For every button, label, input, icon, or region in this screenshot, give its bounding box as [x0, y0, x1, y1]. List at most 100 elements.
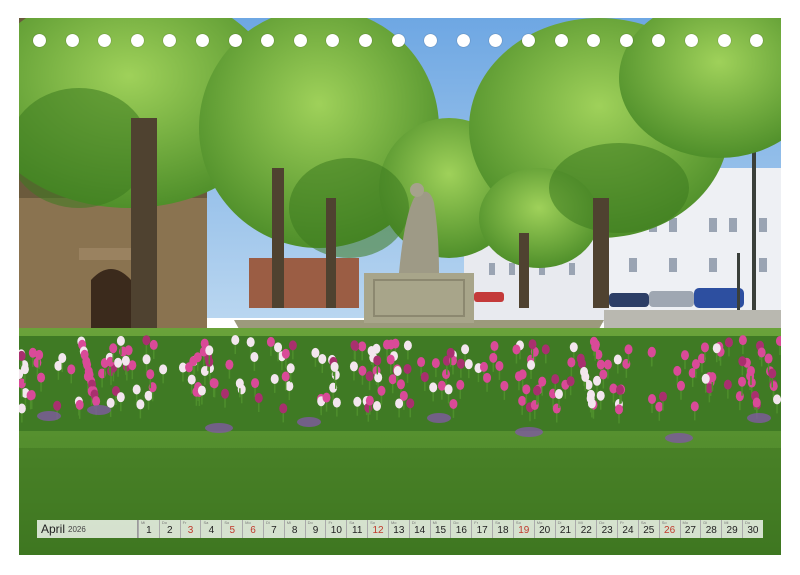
calendar-day: Mi 29 [721, 520, 742, 538]
calendar-day-number: 15 [434, 524, 447, 536]
calendar-day-number: 5 [229, 524, 235, 536]
calendar-header: April 2026 [37, 520, 138, 538]
calendar-day: Mi 1 [138, 520, 159, 538]
calendar-weekday: Mo [682, 520, 689, 525]
calendar-day-number: 7 [271, 524, 277, 536]
calendar-weekday: Di [411, 520, 416, 525]
calendar-weekday: Mo [245, 520, 251, 525]
binding-hole [163, 34, 177, 47]
binding-hole [652, 34, 666, 47]
calendar-day: Di 14 [408, 520, 430, 538]
spiral-binding-holes [19, 34, 781, 50]
calendar-day: Mo 20 [533, 520, 555, 538]
calendar-day: Do 16 [450, 520, 471, 538]
calendar-weekday: Mi [432, 520, 437, 525]
calendar-day: Do 9 [304, 520, 326, 538]
calendar-day-number: 23 [601, 524, 613, 536]
calendar-weekday: Di [703, 520, 708, 525]
calendar-day-number: 17 [476, 524, 488, 536]
calendar-day: So 12 [367, 520, 388, 538]
calendar-day-number: 12 [372, 524, 384, 536]
calendar-weekday: Do [745, 520, 751, 525]
calendar-day-number: 27 [684, 524, 696, 536]
calendar-day: Mo 6 [242, 520, 263, 538]
calendar-weekday: Mi [578, 520, 583, 525]
calendar-day-number: 11 [352, 524, 363, 536]
calendar-day-number: 24 [622, 524, 634, 536]
calendar-weekday: Di [265, 520, 270, 525]
calendar-day: Mi 22 [575, 520, 596, 538]
calendar-weekday: Sa [349, 520, 355, 525]
calendar-day: Fr 3 [179, 520, 201, 538]
calendar-year: 2026 [68, 524, 86, 534]
calendar-day-number: 28 [705, 524, 717, 536]
calendar-weekday: So [661, 520, 667, 525]
binding-hole [554, 34, 568, 47]
binding-hole [489, 34, 503, 47]
calendar-day-number: 26 [664, 524, 676, 536]
calendar-weekday: Do [453, 520, 459, 525]
calendar-day: So 26 [658, 520, 680, 538]
binding-hole [750, 34, 764, 47]
calendar-photo [19, 18, 781, 555]
calendar-weekday: Mi [286, 520, 292, 525]
calendar-day: Sa 18 [492, 520, 513, 538]
calendar-day: Mo 27 [679, 520, 701, 538]
calendar-day: Di 28 [700, 520, 721, 538]
binding-hole [65, 34, 79, 47]
calendar-weekday: Mi [141, 520, 146, 525]
calendar-day: Mo 13 [387, 520, 409, 538]
calendar-day-number: 16 [455, 524, 467, 536]
binding-hole [326, 34, 340, 47]
calendar-day: Do 23 [596, 520, 617, 538]
calendar-day-number: 29 [726, 524, 738, 536]
calendar-strip: April 2026 Mi 1 Do 2 Fr 3 Sa 4 So 5 Mo 6 Di 7 Mi 8 Do 9 Fr… [37, 520, 763, 538]
calendar-weekday: Mi [724, 520, 729, 525]
park-scene-image [19, 18, 781, 555]
binding-hole [33, 34, 46, 47]
calendar-weekday: Fr [328, 520, 333, 525]
calendar-day: So 5 [221, 520, 242, 538]
calendar-day-number: 4 [208, 524, 215, 536]
binding-hole [130, 34, 144, 47]
calendar-day: Fr 24 [617, 520, 638, 538]
binding-hole [228, 34, 242, 47]
calendar-day-number: 1 [146, 524, 152, 536]
binding-hole [391, 34, 405, 47]
calendar-weekday: Sa [640, 520, 646, 525]
binding-hole [717, 34, 731, 47]
calendar-day-number: 14 [414, 524, 426, 536]
binding-hole [196, 34, 209, 47]
calendar-weekday: Do [599, 520, 605, 525]
calendar-weekday: So [515, 520, 521, 525]
binding-hole [424, 34, 438, 47]
calendar-weekday: Sa [495, 520, 500, 525]
calendar-weekday: Do [161, 520, 167, 525]
calendar-days: Mi 1 Do 2 Fr 3 Sa 4 So 5 Mo 6 Di 7 Mi 8 Do 9 Fr 10 Sa 11 So 12 M… [138, 520, 763, 538]
calendar-day-number: 30 [747, 524, 759, 536]
calendar-day-number: 8 [291, 524, 298, 536]
calendar-day: So 19 [512, 520, 534, 538]
calendar-day-number: 3 [187, 524, 194, 536]
calendar-day-number: 22 [580, 524, 592, 536]
calendar-day: Mi 15 [429, 520, 451, 538]
binding-hole [261, 34, 275, 47]
binding-hole [456, 34, 470, 47]
calendar-day-number: 18 [497, 524, 509, 536]
calendar-day: Mi 8 [283, 520, 305, 538]
calendar-day: Fr 10 [325, 520, 346, 538]
calendar-weekday: Fr [182, 520, 187, 525]
binding-hole [359, 34, 372, 47]
calendar-day: Sa 11 [346, 520, 367, 538]
binding-hole [587, 34, 601, 47]
calendar-day: Di 7 [262, 520, 284, 538]
calendar-weekday: Do [307, 520, 313, 525]
calendar-month: April [41, 522, 66, 536]
calendar-day: Do 30 [742, 520, 763, 538]
calendar-weekday: Mo [390, 520, 397, 525]
binding-hole [293, 34, 307, 47]
calendar-day: Fr 17 [471, 520, 492, 538]
calendar-day-number: 25 [643, 524, 655, 536]
calendar-weekday: Di [557, 520, 562, 525]
calendar-day: Sa 4 [200, 520, 221, 538]
